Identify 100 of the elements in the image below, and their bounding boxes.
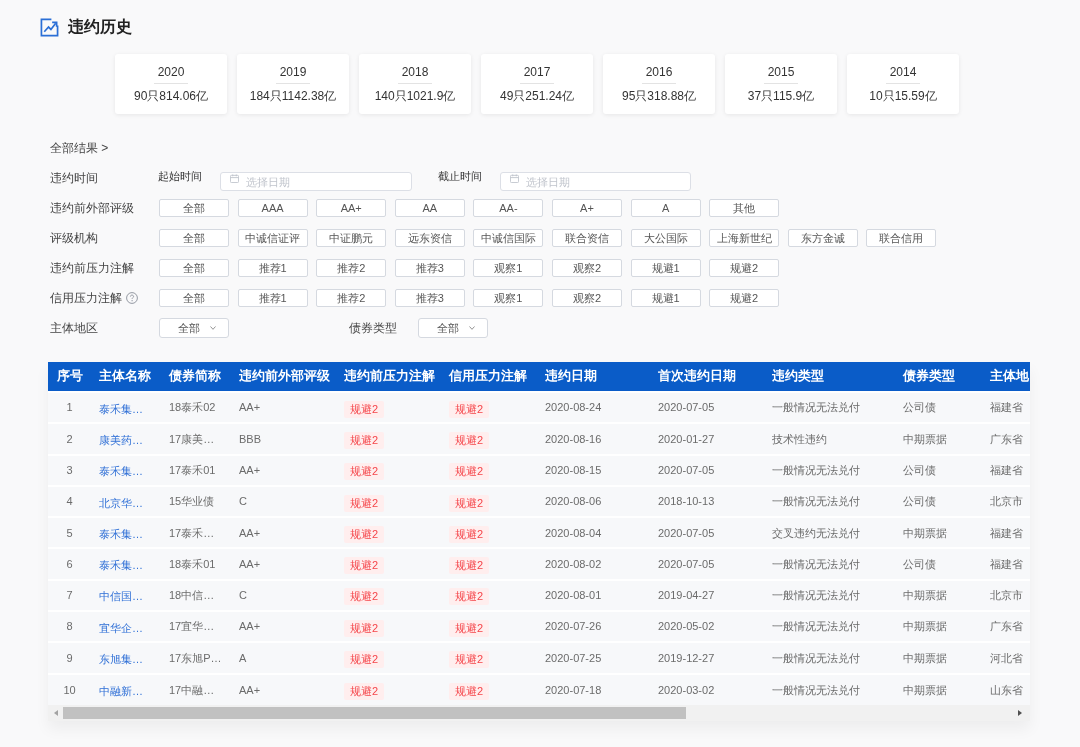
table-cell: 福建省	[982, 548, 1030, 580]
filter-chip[interactable]: 远东资信	[394, 229, 465, 247]
annotation-tag: 规避2	[449, 400, 490, 418]
filter-chip[interactable]: AA+	[316, 199, 387, 217]
company-link[interactable]: 泰禾集…	[99, 558, 143, 573]
filter-chip[interactable]: 大公国际	[630, 229, 701, 247]
filter-chip[interactable]: 推荐2	[316, 289, 387, 307]
filter-chip[interactable]: 中诚信国际	[473, 229, 544, 247]
table-cell: 2	[48, 423, 91, 455]
chevron-down-icon	[469, 326, 475, 330]
company-link[interactable]: 泰禾集…	[99, 401, 143, 416]
annotation-tag: 规避2	[449, 525, 490, 543]
annotation-tag: 规避2	[449, 588, 490, 606]
annotation-tag: 规避2	[344, 400, 385, 418]
table-cell: 2020-01-27	[650, 423, 764, 455]
breadcrumb-link[interactable]: 全部结果 >	[50, 139, 109, 157]
table-cell: 2020-08-15	[537, 454, 650, 486]
table-cell: A	[231, 642, 336, 674]
filter-label: 违约前外部评级	[50, 200, 134, 217]
company-link[interactable]: 北京华…	[99, 495, 143, 510]
table-cell: BBB	[231, 423, 336, 455]
year-label: 2017	[523, 65, 551, 80]
filter-chip[interactable]: 东方金诚	[787, 229, 858, 247]
dropdown[interactable]: 全部	[418, 318, 488, 338]
company-link[interactable]: 宜华企…	[99, 620, 143, 635]
filter-chip[interactable]: 规避2	[709, 289, 780, 307]
filter-chip[interactable]: 规避2	[709, 259, 780, 277]
filter-chip[interactable]: A+	[551, 199, 622, 217]
company-link[interactable]: 中信国…	[99, 589, 143, 604]
table-cell: 2020-03-02	[650, 673, 764, 705]
filter-chip[interactable]: 推荐3	[394, 289, 465, 307]
annotation-tag: 规避2	[344, 494, 385, 512]
help-icon[interactable]	[126, 292, 138, 304]
filter-chip[interactable]: 联合信用	[866, 229, 937, 247]
table-cell: 北京市	[982, 579, 1030, 612]
scrollbar-thumb[interactable]	[63, 706, 686, 719]
table-cell: 15华业债	[161, 485, 231, 518]
company-link[interactable]: 泰禾集…	[99, 526, 143, 541]
filter-chip[interactable]: 联合资信	[551, 229, 622, 247]
calendar-icon	[510, 173, 519, 183]
table-cell: 河北省	[982, 642, 1030, 674]
table-cell: 2020-07-05	[650, 517, 764, 549]
filter-chip[interactable]: 观察1	[473, 259, 544, 277]
table-cell: 17康美…	[161, 423, 231, 455]
column-header: 违约类型	[764, 362, 895, 392]
filter-chip[interactable]: 推荐1	[237, 289, 308, 307]
filter-chip[interactable]: 上海新世纪	[709, 229, 780, 247]
table-cell: AA+	[231, 392, 336, 424]
table-cell: AA+	[231, 454, 336, 486]
company-link[interactable]: 康美药…	[99, 432, 143, 447]
annotation-tag: 规避2	[449, 651, 490, 668]
table-cell: 5	[48, 517, 91, 549]
date-label: 起始时间	[158, 169, 203, 185]
filter-chip[interactable]: 规避1	[630, 289, 701, 307]
table-cell: 2020-08-02	[537, 548, 650, 580]
filter-chip[interactable]: A	[630, 199, 701, 217]
table-cell: 福建省	[982, 392, 1030, 424]
column-header: 首次违约日期	[650, 362, 764, 392]
company-link[interactable]: 东旭集…	[99, 652, 143, 666]
table-cell: 中期票据	[895, 642, 982, 674]
filter-label: 违约时间	[50, 170, 99, 187]
filter-chip[interactable]: 全部	[159, 199, 229, 217]
year-label: 2020	[157, 65, 185, 80]
company-link[interactable]: 泰禾集…	[99, 464, 143, 479]
filter-label: 违约前压力注解	[50, 260, 134, 277]
table-cell: 2020-07-05	[650, 392, 764, 424]
annotation-tag: 规避2	[344, 588, 385, 606]
table-cell: 17泰禾01	[161, 454, 231, 486]
filter-chip[interactable]: 推荐3	[394, 259, 465, 277]
filter-chip[interactable]: 推荐1	[237, 259, 308, 277]
triangle-right-icon[interactable]	[1018, 709, 1022, 716]
table-cell: 一般情况无法兑付	[764, 611, 895, 643]
filter-chip[interactable]: 推荐2	[316, 259, 387, 277]
filter-chip[interactable]: 中诚信证评	[237, 229, 308, 247]
table-cell: 2020-05-02	[650, 611, 764, 643]
filter-label: 债券类型	[349, 320, 398, 337]
year-label: 2019	[279, 65, 307, 80]
company-link[interactable]: 中融新…	[99, 683, 143, 698]
filter-chip[interactable]: 观察2	[551, 259, 622, 277]
filter-chip[interactable]: 全部	[159, 259, 229, 277]
column-header: 违约日期	[537, 362, 650, 392]
filter-chip[interactable]: 规避1	[630, 259, 701, 277]
annotation-tag: 规避2	[344, 557, 385, 575]
filter-chip[interactable]: 其他	[709, 199, 780, 217]
filter-chip[interactable]: 全部	[159, 289, 229, 307]
filter-chip[interactable]: 全部	[159, 229, 229, 247]
triangle-left-icon[interactable]	[54, 709, 58, 716]
dropdown[interactable]: 全部	[159, 318, 229, 338]
filter-chip[interactable]: 观察1	[473, 289, 544, 307]
table-cell: 2020-07-25	[537, 642, 650, 674]
table-cell: 公司债	[895, 548, 982, 580]
table-cell: 2019-12-27	[650, 642, 764, 674]
filter-chip[interactable]: AA	[394, 199, 465, 217]
filter-chip[interactable]: 中证鹏元	[316, 229, 387, 247]
table-cell: 17东旭P…	[161, 642, 231, 674]
filter-chip[interactable]: AAA	[237, 199, 308, 217]
table-cell: 中期票据	[895, 673, 982, 705]
filter-chip[interactable]: AA-	[473, 199, 544, 217]
table-cell: 1	[48, 392, 91, 424]
filter-chip[interactable]: 观察2	[551, 289, 622, 307]
